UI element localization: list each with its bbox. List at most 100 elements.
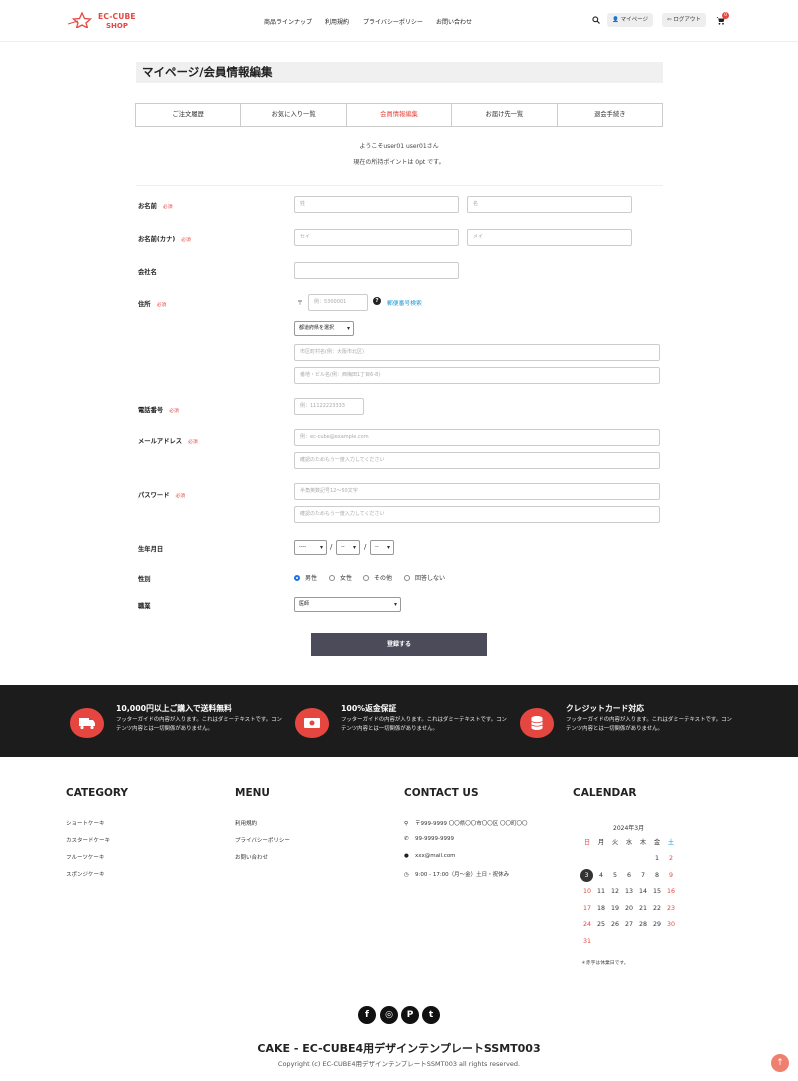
calendar-day: 3: [580, 868, 593, 882]
job-label: 職業: [138, 603, 151, 610]
tab-withdraw[interactable]: 退会手続き: [558, 104, 662, 126]
logout-label: ログアウト: [673, 17, 701, 23]
prefecture-select[interactable]: 都道府県を選択: [294, 321, 354, 336]
divider: [136, 185, 663, 186]
street-input[interactable]: 番地・ビル名(例：西梅田1丁目6-8): [294, 367, 660, 384]
calendar-day: 10: [582, 888, 591, 895]
password-input[interactable]: 半角英数記号12～50文字: [294, 483, 660, 500]
pinterest-icon[interactable]: P: [401, 1006, 419, 1024]
contact-address: ⚲ 〒999-9999 〇〇県〇〇市〇〇区 〇〇町〇〇: [404, 821, 528, 827]
calendar-week-row: 31: [580, 935, 680, 951]
search-icon[interactable]: [592, 16, 600, 24]
calendar-weekday: 木: [639, 839, 647, 846]
calendar-day: 28: [638, 921, 647, 928]
nav-products[interactable]: 商品ラインナップ: [264, 17, 312, 26]
calendar-day: 25: [596, 921, 605, 928]
site-logo[interactable]: EC-CUBE SHOP: [68, 10, 138, 32]
company-label: 会社名: [138, 269, 157, 276]
tab-delivery-addresses[interactable]: お届け先一覧: [452, 104, 558, 126]
phone-input[interactable]: 例：11122223333: [294, 398, 364, 415]
calendar-day: 18: [596, 904, 605, 912]
calendar-weekday: 日: [583, 839, 591, 846]
category-link[interactable]: スポンジケーキ: [66, 870, 105, 878]
birth-year-select[interactable]: ----: [294, 540, 327, 555]
menu-link-privacy[interactable]: プライバシーポリシー: [235, 836, 290, 844]
menu-link-contact[interactable]: お問い合わせ: [235, 853, 268, 861]
calendar-month: 2024年3月: [613, 825, 645, 832]
tab-order-history[interactable]: ご注文履歴: [136, 104, 242, 126]
money-icon: [295, 708, 329, 738]
facebook-icon[interactable]: f: [358, 1006, 376, 1024]
calendar-day: 30: [666, 921, 675, 928]
back-to-top-button[interactable]: ↑: [771, 1054, 789, 1072]
category-link[interactable]: カスタードケーキ: [66, 836, 110, 844]
calendar-week-row: 34 5 6 7 8 9: [580, 868, 680, 885]
password-confirm-input[interactable]: 確認のためもう一度入力してください: [294, 506, 660, 523]
site-header: EC-CUBE SHOP 商品ラインナップ 利用規約 プライバシーポリシー お問…: [0, 0, 798, 42]
contact-hours: ◷ 9:00 - 17:00（月～金）土日・祝休み: [404, 872, 510, 878]
submit-button[interactable]: 登録する: [311, 633, 487, 656]
nav-privacy[interactable]: プライバシーポリシー: [363, 17, 423, 26]
calendar-day: 20: [624, 904, 633, 912]
city-input[interactable]: 市区町村名(例：大阪市北区): [294, 344, 660, 361]
email-confirm-input[interactable]: 確認のためもう一度入力してください: [294, 452, 660, 469]
last-name-input[interactable]: 姓: [294, 196, 459, 213]
menu-link-terms[interactable]: 利用規約: [235, 819, 257, 827]
phone-icon: ✆: [404, 836, 409, 842]
nav-terms[interactable]: 利用規約: [325, 17, 349, 26]
calendar-weekday: 火: [611, 839, 619, 846]
gender-female-radio[interactable]: 女性: [329, 573, 352, 582]
feature-desc: フッターガイドの内容が入ります。これはダミーテキストです。コンテンツ内容とは一切…: [341, 717, 507, 732]
twitter-icon[interactable]: t: [422, 1006, 440, 1024]
first-name-input[interactable]: 名: [467, 196, 632, 213]
copyright: Copyright (c) EC-CUBE4用デザインテンプレートSSMT003…: [277, 1060, 521, 1068]
birth-day-select[interactable]: --: [370, 540, 394, 555]
job-select[interactable]: 医師: [294, 597, 401, 612]
last-name-kana-input[interactable]: セイ: [294, 229, 459, 246]
tab-favorites[interactable]: お気に入り一覧: [241, 104, 347, 126]
postal-code-input[interactable]: 例：5300001: [308, 294, 368, 311]
calendar-day: 5: [612, 871, 617, 879]
category-heading: CATEGORY: [66, 787, 129, 799]
company-input[interactable]: [294, 262, 459, 279]
mypage-button[interactable]: 👤 マイページ: [607, 13, 653, 27]
gender-no-answer-radio[interactable]: 回答しない: [404, 573, 445, 582]
feature-desc: フッターガイドの内容が入ります。これはダミーテキストです。コンテンツ内容とは一切…: [566, 717, 732, 732]
calendar-day: 11: [596, 888, 605, 895]
calendar-day: 13: [624, 888, 633, 895]
calendar-weekday: 土: [667, 839, 675, 846]
tab-member-edit[interactable]: 会員情報編集: [347, 104, 453, 126]
phone-label: 電話番号 必須: [138, 407, 179, 414]
category-link[interactable]: ショートケーキ: [66, 819, 105, 827]
calendar-weekday: 月: [597, 839, 605, 846]
birth-month-select[interactable]: --: [336, 540, 360, 555]
calendar-day: 6: [626, 871, 631, 879]
calendar-day: 27: [624, 921, 633, 928]
address-label: 住所 必須: [138, 301, 167, 308]
clock-icon: ◷: [404, 872, 409, 878]
mypage-label: マイページ: [620, 17, 648, 23]
first-name-kana-input[interactable]: メイ: [467, 229, 632, 246]
kana-label: お名前(カナ) 必須: [138, 236, 191, 243]
contact-email: ● xxx@mail.com: [404, 853, 456, 859]
gender-other-radio[interactable]: その他: [363, 573, 392, 582]
logout-button[interactable]: ⇦ ログアウト: [662, 13, 706, 27]
calendar-day: 8: [654, 871, 659, 879]
gender-male-radio[interactable]: 男性: [294, 573, 317, 582]
calendar-day: 23: [666, 904, 675, 912]
calendar-note: ＊赤字は休業日です。: [581, 961, 629, 966]
calendar-weekday-row: 日月火水木金土: [580, 836, 680, 852]
help-icon[interactable]: ?: [373, 297, 381, 305]
calendar-day: 12: [610, 888, 619, 895]
calendar-day: 19: [610, 904, 619, 912]
email-input[interactable]: 例：ec-cube@example.com: [294, 429, 660, 446]
footer-site-title: CAKE - EC-CUBE4用デザインテンプレートSSMT003: [257, 1042, 541, 1055]
password-label: パスワード 必須: [138, 492, 186, 499]
calendar-weekday: 水: [625, 839, 633, 846]
postal-search-link[interactable]: 郵便番号検索: [387, 298, 422, 307]
instagram-icon[interactable]: ◎: [380, 1006, 398, 1024]
feature-free-shipping: 10,000円以上ご購入で送料無料 フッターガイドの内容が入ります。これはダミー…: [70, 685, 290, 757]
category-link[interactable]: フルーツケーキ: [66, 853, 104, 861]
nav-contact[interactable]: お問い合わせ: [436, 17, 472, 26]
feature-title: 10,000円以上ご購入で送料無料: [116, 704, 232, 713]
